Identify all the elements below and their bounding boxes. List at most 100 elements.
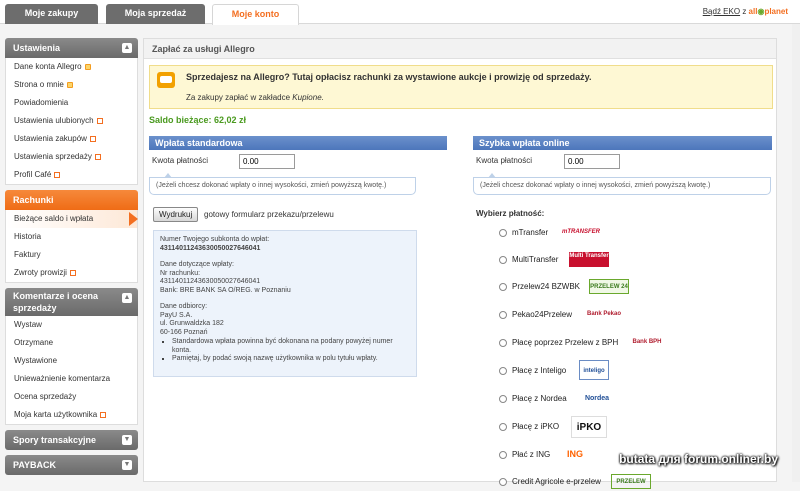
payment-option-nordea[interactable]: Płacę z Nordea Nordea bbox=[499, 394, 769, 408]
eko-link-text[interactable]: Bądź EKO bbox=[703, 7, 740, 16]
tab-moje-konto[interactable]: Moje konto bbox=[212, 4, 299, 25]
payment-option-ipko[interactable]: Płacę z iPKO iPKO bbox=[499, 416, 769, 438]
subaccount-number: 43114011243630050027646041 bbox=[160, 244, 261, 252]
payment-radio[interactable] bbox=[499, 395, 507, 403]
sidebar-item-label: Historia bbox=[14, 232, 42, 241]
account-label: Nr rachunku: bbox=[160, 269, 201, 277]
account-number: 43114011243630050027646041 bbox=[160, 278, 261, 285]
sidebar-item-ocena-sprzedazy[interactable]: Ocena sprzedaży bbox=[6, 388, 137, 406]
sidebar-item-label: Strona o mnie bbox=[14, 80, 64, 89]
standard-amount-input[interactable] bbox=[239, 154, 295, 169]
chevron-up-icon[interactable]: ▲ bbox=[122, 43, 132, 53]
sidebar-item-dane-konta[interactable]: Dane konta Allegro bbox=[6, 58, 137, 76]
sidebar-item-zwroty-prowizji[interactable]: Zwroty prowizji bbox=[6, 264, 137, 282]
sidebar-item-wystaw[interactable]: Wystaw bbox=[6, 316, 137, 334]
sidebar-section-komentarze[interactable]: Komentarze i ocena sprzedaży ▲ bbox=[5, 288, 138, 316]
sidebar-item-strona-o-mnie[interactable]: Strona o mnie bbox=[6, 76, 137, 94]
sidebar-section-rachunki[interactable]: Rachunki bbox=[5, 190, 138, 210]
chevron-down-icon[interactable]: ▼ bbox=[122, 460, 132, 470]
bank-bph-logo-icon: Bank BPH bbox=[632, 339, 662, 345]
payment-radio[interactable] bbox=[499, 229, 507, 237]
sidebar-item-label: Zwroty prowizji bbox=[14, 268, 67, 277]
sidebar-item-biezace-saldo[interactable]: Bieżące saldo i wpłata bbox=[6, 210, 138, 228]
payment-radio[interactable] bbox=[499, 451, 507, 459]
page-title: Zapłać za usługi Allegro bbox=[144, 39, 776, 59]
chevron-up-icon[interactable]: ▲ bbox=[122, 293, 132, 303]
print-button[interactable]: Wydrukuj bbox=[153, 207, 199, 222]
sidebar-item-profil-cafe[interactable]: Profil Café bbox=[6, 166, 137, 184]
recipient-label: Dane odbiorcy: bbox=[160, 303, 208, 310]
online-amount-input[interactable] bbox=[564, 154, 620, 169]
sidebar-item-ustawienia-zakupow[interactable]: Ustawienia zakupów bbox=[6, 130, 137, 148]
standard-payment-header: Wpłata standardowa bbox=[149, 136, 447, 150]
lock-icon bbox=[66, 81, 73, 88]
inteligo-logo-icon: inteligo bbox=[579, 360, 609, 380]
payment-option-credit-agricole[interactable]: Credit Agricole e-przelew PRZELEW bbox=[499, 474, 769, 491]
ipko-logo-icon: iPKO bbox=[571, 416, 607, 438]
sidebar-item-ustawienia-ulubionych[interactable]: Ustawienia ulubionych bbox=[6, 112, 137, 130]
payment-radio[interactable] bbox=[499, 339, 507, 347]
payment-radio[interactable] bbox=[499, 311, 507, 319]
sidebar-section-spory[interactable]: Spory transakcyjne ▼ bbox=[5, 430, 138, 450]
section-title: Ustawienia bbox=[13, 43, 61, 53]
tab-moje-zakupy[interactable]: Moje zakupy bbox=[5, 4, 98, 24]
tab-moja-sprzedaz[interactable]: Moja sprzedaż bbox=[106, 4, 205, 24]
przelew24-logo-icon: PRZELEW 24 bbox=[589, 279, 629, 294]
sidebar-item-label: Bieżące saldo i wpłata bbox=[14, 214, 94, 223]
chevron-down-icon[interactable]: ▼ bbox=[122, 435, 132, 445]
choose-payment-label: Wybierz płatność: bbox=[476, 209, 545, 218]
payment-name: Płacę z Inteligo bbox=[512, 366, 567, 375]
subaccount-label: Numer Twojego subkonta do wpłat: bbox=[160, 236, 270, 243]
watermark-text: butata для forum.onliner.by bbox=[619, 452, 778, 466]
notice-subline-text: Za zakupy zapłać w zakładce bbox=[186, 93, 291, 102]
payment-name: Przelew24 BZWBK bbox=[512, 282, 581, 291]
sidebar-item-ustawienia-sprzedazy[interactable]: Ustawienia sprzedaży bbox=[6, 148, 137, 166]
payment-option-multitransfer[interactable]: MultiTransfer Multi Transfer bbox=[499, 252, 769, 269]
sidebar-item-label: Unieważnienie komentarza bbox=[14, 374, 111, 383]
current-balance: Saldo bieżące: 62,02 zł bbox=[149, 115, 247, 125]
sidebar-item-label: Ustawienia sprzedaży bbox=[14, 152, 92, 161]
sidebar-section-ustawienia[interactable]: Ustawienia ▲ bbox=[5, 38, 138, 58]
payment-radio[interactable] bbox=[499, 256, 507, 264]
payment-option-mtransfer[interactable]: mTransfer mTRANSFER bbox=[499, 228, 769, 242]
payment-option-pekao[interactable]: Pekao24Przelew Bank Pekao bbox=[499, 310, 769, 324]
sidebar-item-label: Wystawione bbox=[14, 356, 58, 365]
payment-radio[interactable] bbox=[499, 478, 507, 486]
external-link-icon bbox=[89, 135, 96, 142]
sidebar-item-wystawione[interactable]: Wystawione bbox=[6, 352, 137, 370]
online-amount-hint: (Jeżeli chcesz dokonać wpłaty o innej wy… bbox=[473, 173, 771, 195]
sidebar-section-payback[interactable]: PAYBACK ▼ bbox=[5, 455, 138, 475]
sidebar-item-label: Moja karta użytkownika bbox=[14, 410, 98, 419]
sidebar-item-historia[interactable]: Historia bbox=[6, 228, 137, 246]
external-link-icon bbox=[96, 117, 103, 124]
recipient-street: ul. Grunwaldzka 182 bbox=[160, 320, 224, 327]
section-title: Spory transakcyjne bbox=[13, 435, 97, 445]
page-scrollbar[interactable] bbox=[792, 24, 800, 482]
sidebar-item-otrzymane[interactable]: Otrzymane bbox=[6, 334, 137, 352]
allplanet-brand-part2: planet bbox=[764, 7, 788, 16]
recipient-name: PayU S.A. bbox=[160, 311, 193, 319]
kupione-link[interactable]: Kupione. bbox=[292, 93, 324, 102]
eko-allplanet-link[interactable]: Bądź EKO z all◉planet bbox=[703, 7, 788, 16]
payment-name: Płać z ING bbox=[512, 450, 551, 459]
payment-option-inteligo[interactable]: Płacę z Inteligo inteligo bbox=[499, 360, 769, 380]
section-title: Rachunki bbox=[13, 195, 54, 205]
list-item: Pamiętaj, by podać swoją nazwę użytkowni… bbox=[172, 355, 410, 364]
payment-name: Pekao24Przelew bbox=[512, 310, 573, 319]
payment-name: MultiTransfer bbox=[512, 255, 559, 264]
sidebar-item-uniewaznienie[interactable]: Unieważnienie komentarza bbox=[6, 370, 137, 388]
payment-radio[interactable] bbox=[499, 423, 507, 431]
sidebar-item-powiadomienia[interactable]: Powiadomienia bbox=[6, 94, 137, 112]
payment-radio[interactable] bbox=[499, 283, 507, 291]
online-amount-label: Kwota płatności bbox=[476, 156, 533, 165]
bank-name: Bank: BRE BANK SA O/REG. w Poznaniu bbox=[160, 286, 291, 294]
sidebar-item-moja-karta[interactable]: Moja karta użytkownika bbox=[6, 406, 137, 424]
sidebar-item-faktury[interactable]: Faktury bbox=[6, 246, 137, 264]
payment-option-bph[interactable]: Płacę poprzez Przelew z BPH Bank BPH bbox=[499, 338, 769, 352]
online-payment-header: Szybka wpłata online bbox=[473, 136, 772, 150]
payment-option-bzwbk[interactable]: Przelew24 BZWBK PRZELEW 24 bbox=[499, 279, 769, 296]
sidebar-item-label: Powiadomienia bbox=[14, 98, 69, 107]
payment-radio[interactable] bbox=[499, 367, 507, 375]
sidebar-item-label: Faktury bbox=[14, 250, 41, 259]
eko-link-mid: z bbox=[742, 7, 747, 16]
